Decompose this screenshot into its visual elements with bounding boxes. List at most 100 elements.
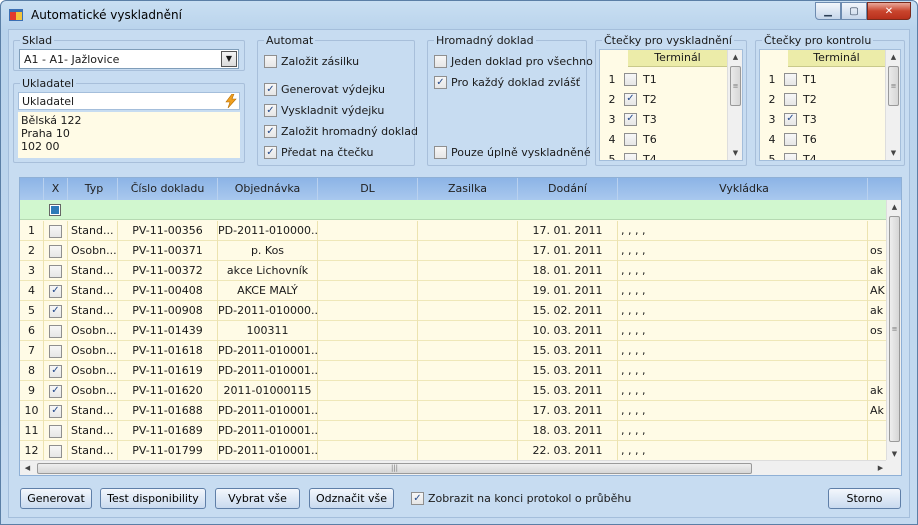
scroll-down-icon[interactable]: ▼ (886, 146, 900, 160)
checkbox-box[interactable]: ✓ (49, 364, 62, 378)
col-extra[interactable] (868, 178, 901, 200)
filter-row[interactable] (20, 200, 887, 220)
checkbox-box[interactable] (49, 324, 62, 338)
terminal-row[interactable]: 1 T1 (760, 69, 885, 89)
row-checkbox[interactable] (44, 421, 68, 441)
terminal-row[interactable]: 3 ✓ T3 (600, 109, 727, 129)
scroll-up-icon[interactable]: ▲ (887, 200, 901, 214)
terminal-row[interactable]: 2 ✓ T2 (600, 89, 727, 109)
predat-na-ctecku-checkbox[interactable]: ✓ Předat na čtečku (264, 146, 373, 159)
checkbox-box[interactable] (49, 344, 62, 358)
checkbox-box[interactable] (264, 55, 277, 68)
checkbox-box[interactable] (49, 244, 62, 258)
table-row[interactable]: 2 Osobn... PV-11-00371 p. Kos 17. 01. 2011, … (20, 241, 887, 261)
scroll-thumb[interactable]: ≡ (888, 66, 899, 106)
jeden-doklad-checkbox[interactable]: Jeden doklad pro všechno (434, 55, 593, 68)
protokol-checkbox[interactable]: ✓ Zobrazit na konci protokol o průběhu (411, 492, 631, 505)
row-checkbox[interactable] (44, 241, 68, 261)
row-checkbox[interactable] (44, 341, 68, 361)
checkbox-box[interactable] (434, 146, 447, 159)
terminal-row[interactable]: 1 T1 (600, 69, 727, 89)
table-row[interactable]: 9 ✓ Osobn... PV-11-01620 2011-01000115 15. 03… (20, 381, 887, 401)
minimize-button[interactable]: ▁ (815, 2, 841, 20)
checkbox-box[interactable]: ✓ (784, 112, 797, 126)
col-dl[interactable]: DL (318, 178, 418, 200)
scroll-thumb[interactable]: ||| (37, 463, 752, 474)
checkbox-box[interactable]: ✓ (624, 112, 637, 126)
checkbox-box[interactable] (784, 132, 797, 146)
col-zasilka[interactable]: Zasilka (418, 178, 518, 200)
checkbox-box[interactable]: ✓ (264, 146, 277, 159)
vertical-scrollbar[interactable]: ▲ ≡ ▼ (727, 50, 742, 160)
scroll-up-icon[interactable]: ▲ (728, 50, 742, 64)
generovat-button[interactable]: Generovat (20, 488, 92, 509)
terminal-row[interactable]: 5 T4 (600, 149, 727, 160)
zalozit-hromadny-doklad-checkbox[interactable]: ✓ Založit hromadný doklad (264, 125, 418, 138)
checkbox-box[interactable] (434, 55, 447, 68)
test-disponibility-button[interactable]: Test disponibility (100, 488, 206, 509)
generovat-vydejku-checkbox[interactable]: ✓ Generovat výdejku (264, 83, 385, 96)
checkbox-box[interactable] (784, 152, 797, 160)
vyskladnit-vydejku-checkbox[interactable]: ✓ Vyskladnit výdejku (264, 104, 384, 117)
scroll-down-icon[interactable]: ▼ (728, 146, 742, 160)
ukladatel-input[interactable]: Ukladatel (18, 92, 240, 110)
checkbox-box[interactable] (624, 72, 637, 86)
maximize-button[interactable]: ▢ (841, 2, 867, 20)
sklad-select[interactable]: A1 - A1- Jažlovice ▼ (19, 49, 239, 69)
pro-kazdy-doklad-checkbox[interactable]: ✓ Pro každý doklad zvlášť (434, 76, 580, 89)
row-checkbox[interactable]: ✓ (44, 301, 68, 321)
col-x[interactable]: X (44, 178, 68, 200)
col-dodani[interactable]: Dodání (518, 178, 618, 200)
grid-vertical-scrollbar[interactable]: ▲ ≡ ▼ (886, 200, 901, 461)
dropdown-arrow-icon[interactable]: ▼ (221, 51, 237, 67)
grid-horizontal-scrollbar[interactable]: ◀ ||| ▶ (20, 460, 888, 475)
table-row[interactable]: 6 Osobn... PV-11-01439 100311 10. 03. 2011, … (20, 321, 887, 341)
vybrat-vse-button[interactable]: Vybrat vše (215, 488, 300, 509)
table-row[interactable]: 12 Stand... PV-11-01799 PD-2011-010001... 22… (20, 441, 887, 461)
scroll-left-icon[interactable]: ◀ (20, 461, 35, 475)
checkbox-box[interactable]: ✓ (49, 384, 62, 398)
scroll-up-icon[interactable]: ▲ (886, 50, 900, 64)
checkbox-box[interactable]: ✓ (624, 92, 637, 106)
table-row[interactable]: 3 Stand... PV-11-00372 akce Lichovník 18. 01… (20, 261, 887, 281)
row-checkbox[interactable] (44, 441, 68, 461)
row-checkbox[interactable] (44, 261, 68, 281)
row-checkbox[interactable]: ✓ (44, 401, 68, 421)
checkbox-box[interactable] (49, 444, 62, 458)
terminal-row[interactable]: 5 T4 (760, 149, 885, 160)
table-row[interactable]: 11 Stand... PV-11-01689 PD-2011-010001... 18… (20, 421, 887, 441)
table-row[interactable]: 8 ✓ Osobn... PV-11-01619 PD-2011-010001... 15… (20, 361, 887, 381)
checkbox-box[interactable] (624, 152, 637, 160)
pouze-uplne-checkbox[interactable]: Pouze úplně vyskladněné (434, 146, 591, 159)
scroll-thumb[interactable]: ≡ (889, 216, 900, 442)
row-checkbox[interactable]: ✓ (44, 361, 68, 381)
row-checkbox[interactable] (44, 221, 68, 241)
odznacit-vse-button[interactable]: Odznačit vše (309, 488, 394, 509)
select-all-checkbox[interactable] (49, 204, 61, 216)
checkbox-box[interactable]: ✓ (49, 304, 62, 318)
row-checkbox[interactable]: ✓ (44, 281, 68, 301)
vertical-scrollbar[interactable]: ▲ ≡ ▼ (885, 50, 900, 160)
title-bar[interactable]: Automatické vyskladnění ▁ ▢ ✕ (1, 1, 917, 29)
checkbox-box[interactable]: ✓ (411, 492, 424, 505)
col-objednavka[interactable]: Objednávka (218, 178, 318, 200)
table-row[interactable]: 4 ✓ Stand... PV-11-00408 AKCE MALÝ 19. 01. 20… (20, 281, 887, 301)
zalozit-zasilku-checkbox[interactable]: Založit zásilku (264, 55, 359, 68)
lightning-icon[interactable] (225, 94, 237, 108)
checkbox-box[interactable]: ✓ (434, 76, 447, 89)
scroll-thumb[interactable]: ≡ (730, 66, 741, 106)
table-row[interactable]: 10 ✓ Stand... PV-11-01688 PD-2011-010001... 1… (20, 401, 887, 421)
terminal-row[interactable]: 4 T6 (760, 129, 885, 149)
table-row[interactable]: 5 ✓ Stand... PV-11-00908 PD-2011-010000... 15… (20, 301, 887, 321)
checkbox-box[interactable] (49, 224, 62, 238)
checkbox-box[interactable]: ✓ (49, 284, 62, 298)
col-cislo-dokladu[interactable]: Číslo dokladu (118, 178, 218, 200)
checkbox-box[interactable]: ✓ (264, 83, 277, 96)
checkbox-box[interactable] (49, 264, 62, 278)
col-typ[interactable]: Typ (68, 178, 118, 200)
checkbox-box[interactable] (784, 72, 797, 86)
checkbox-box[interactable]: ✓ (264, 125, 277, 138)
col-vykladka[interactable]: Vykládka (618, 178, 868, 200)
row-checkbox[interactable]: ✓ (44, 381, 68, 401)
storno-button[interactable]: Storno (828, 488, 901, 509)
